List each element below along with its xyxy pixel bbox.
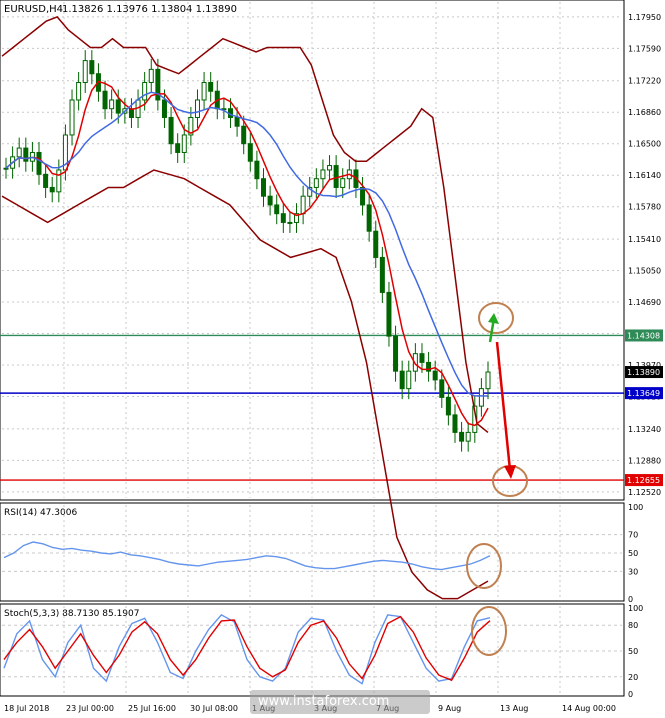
- candle-body: [274, 204, 280, 215]
- candle-body: [89, 60, 95, 75]
- rsi-tick-label: 50: [628, 549, 638, 558]
- candle-body: [82, 60, 88, 83]
- candle-body: [241, 125, 247, 145]
- level-label: 1.14308: [627, 331, 660, 340]
- candle-body: [43, 173, 49, 188]
- candle-body: [3, 167, 9, 170]
- rsi-tick-label: 100: [628, 503, 643, 512]
- time-tick-label: 9 Aug: [438, 704, 461, 713]
- time-tick-label: 13 Aug: [500, 704, 528, 713]
- candle-body: [333, 165, 339, 188]
- candle-body: [465, 431, 471, 442]
- candle-body: [254, 160, 260, 180]
- price-tick-label: 1.17220: [628, 77, 661, 86]
- candle-body: [373, 230, 379, 258]
- candle-body: [201, 81, 207, 101]
- candle-body: [168, 116, 174, 145]
- candle-body: [386, 291, 392, 337]
- candle-body: [485, 371, 491, 390]
- time-tick-label: 23 Jul 00:00: [66, 704, 114, 713]
- ohlc-header: 1.13826 1.13976 1.13804 1.13890: [62, 4, 237, 15]
- candle-body: [452, 414, 458, 433]
- price-tick-label: 1.12880: [628, 456, 661, 465]
- candle-body: [142, 81, 148, 101]
- candle-body: [56, 169, 62, 193]
- candle-body: [208, 81, 214, 92]
- candle-body: [194, 99, 200, 118]
- candle-body: [261, 178, 267, 197]
- main-pane: [0, 0, 625, 501]
- candle-body: [399, 370, 405, 390]
- candle-body: [327, 165, 333, 171]
- candle-body: [313, 178, 319, 188]
- rsi-tick-label: 0: [628, 595, 633, 604]
- time-tick-label: 25 Jul 16:00: [128, 704, 176, 713]
- candle-body: [16, 147, 22, 158]
- candle-body: [109, 99, 115, 110]
- chart-title: EURUSD,H4: [4, 4, 63, 15]
- candle-body: [459, 431, 465, 442]
- candle-body: [234, 116, 240, 127]
- price-tick-label: 1.13240: [628, 425, 661, 434]
- stoch-label: Stoch(5,3,3) 88.7130 85.1907: [4, 609, 139, 619]
- level-label: 1.13649: [627, 389, 660, 398]
- candle-body: [340, 178, 346, 188]
- candle-body: [445, 396, 451, 416]
- price-tick-label: 1.16140: [628, 171, 661, 180]
- candle-body: [379, 256, 385, 293]
- candle-body: [148, 68, 154, 83]
- candle-body: [36, 151, 42, 175]
- level-label: 1.13890: [627, 368, 660, 377]
- candle-body: [439, 379, 445, 398]
- price-tick-label: 1.14690: [628, 298, 661, 307]
- candle-body: [247, 143, 253, 162]
- candle-body: [76, 81, 82, 101]
- stoch-tick-label: 20: [628, 673, 638, 682]
- candle-body: [115, 99, 121, 114]
- price-tick-label: 1.12520: [628, 488, 661, 497]
- chart-root: EURUSD,H4 1.13826 1.13976 1.13804 1.1389…: [0, 0, 663, 713]
- candle-body: [320, 169, 326, 180]
- price-tick-label: 1.16860: [628, 108, 661, 117]
- stoch-tick-label: 0: [628, 690, 633, 699]
- rsi-tick-label: 70: [628, 531, 638, 540]
- candle-body: [432, 370, 438, 381]
- time-tick-label: 30 Jul 08:00: [190, 704, 238, 713]
- candle-body: [287, 221, 293, 224]
- time-tick-label: 14 Aug 00:00: [562, 704, 616, 713]
- candle-body: [406, 370, 412, 390]
- candle-body: [161, 99, 167, 118]
- candle-body: [267, 195, 273, 206]
- rsi-tick-label: 30: [628, 567, 638, 576]
- candle-body: [175, 143, 181, 153]
- candle-body: [393, 335, 399, 372]
- candle-body: [300, 195, 306, 215]
- price-tick-label: 1.15050: [628, 267, 661, 276]
- candle-body: [366, 204, 372, 232]
- candle-body: [280, 213, 286, 223]
- rsi-label: RSI(14) 47.3006: [4, 508, 77, 518]
- candle-body: [49, 186, 55, 193]
- candle-body: [102, 90, 108, 110]
- candle-body: [360, 186, 366, 206]
- price-tick-label: 1.17590: [628, 44, 661, 53]
- watermark-text: www.instaforex.com: [258, 694, 390, 709]
- price-tick-label: 1.15780: [628, 203, 661, 212]
- price-tick-label: 1.16500: [628, 140, 661, 149]
- stoch-tick-label: 80: [628, 621, 638, 630]
- stoch-tick-label: 100: [628, 604, 643, 613]
- candle-body: [478, 388, 484, 407]
- candle-body: [69, 99, 75, 136]
- price-tick-label: 1.17950: [628, 13, 661, 22]
- price-tick-label: 1.15410: [628, 235, 661, 244]
- candle-body: [181, 134, 187, 153]
- level-label: 1.12655: [627, 476, 660, 485]
- stoch-tick-label: 50: [628, 647, 638, 656]
- candle-body: [419, 353, 425, 363]
- time-tick-label: 18 Jul 2018: [4, 704, 49, 713]
